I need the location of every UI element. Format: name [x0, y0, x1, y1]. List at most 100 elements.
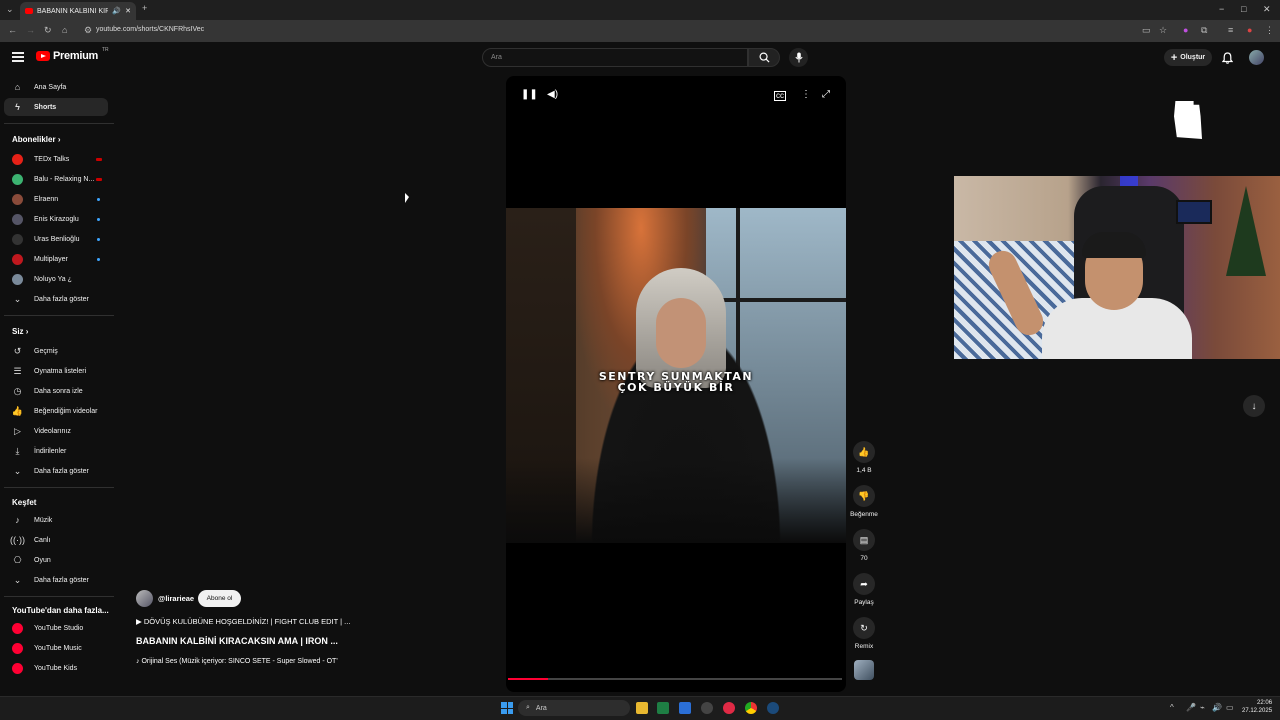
sidebar-item[interactable]: YouTube Music: [4, 639, 108, 657]
tray-volume-icon[interactable]: 🔊: [1212, 703, 1222, 712]
sidebar-item[interactable]: Uras Benlioğlu: [4, 230, 108, 248]
comments-button[interactable]: ▤ 70: [849, 529, 879, 562]
extension-icon[interactable]: ●: [1183, 25, 1188, 35]
sidebar-item[interactable]: ♪ Müzik: [4, 511, 108, 529]
menu-hamburger-icon[interactable]: [12, 52, 24, 62]
forward-icon[interactable]: →: [26, 25, 35, 35]
url-field[interactable]: youtube.com/shorts/CKNFRhsIVec: [96, 26, 204, 33]
tray-network-icon[interactable]: ⌁: [1200, 703, 1205, 712]
stream-overlay-icon: [1174, 101, 1202, 139]
steam-icon[interactable]: [767, 702, 779, 714]
captions-icon[interactable]: cc: [774, 91, 786, 101]
sidebar-item[interactable]: TEDx Talks: [4, 150, 108, 168]
account-avatar[interactable]: [1249, 50, 1264, 65]
word-icon[interactable]: [679, 702, 691, 714]
cast-icon[interactable]: ▭: [1142, 25, 1151, 36]
taskbar-search[interactable]: ⌕ Ara: [518, 700, 630, 716]
next-short-button[interactable]: ↓: [1243, 395, 1265, 417]
obs-icon[interactable]: [701, 702, 713, 714]
volume-icon[interactable]: ◀): [547, 89, 558, 100]
sidebar-item-label: Daha fazla göster: [34, 576, 89, 584]
tab-search-icon[interactable]: ⌄: [6, 4, 14, 15]
channel-avatar[interactable]: [136, 590, 153, 607]
sidebar-item[interactable]: ⤓ İndirilenler: [4, 442, 108, 460]
sidebar-item[interactable]: ▷ Videolarınız: [4, 422, 108, 440]
subscribe-button[interactable]: Abone ol: [198, 590, 241, 607]
chrome-icon[interactable]: [745, 702, 757, 714]
more-from-youtube-heading: YouTube'dan daha fazla...: [12, 606, 109, 615]
sidebar-item[interactable]: Enis Kirazoglu: [4, 210, 108, 228]
back-icon[interactable]: ←: [8, 25, 17, 35]
sound-thumbnail[interactable]: [854, 660, 874, 680]
sidebar-item[interactable]: ☰ Oynatma listeleri: [4, 362, 108, 380]
you-heading[interactable]: Siz ›: [12, 327, 28, 336]
tray-battery-icon[interactable]: ▭: [1226, 703, 1234, 712]
tray-mic-icon[interactable]: 🎤: [1186, 703, 1196, 712]
sidebar-item[interactable]: Multiplayer: [4, 250, 108, 268]
clock-icon: ◷: [13, 385, 22, 396]
reload-icon[interactable]: ↻: [44, 25, 52, 36]
site-info-icon[interactable]: ⚙: [84, 25, 92, 36]
browser-tab[interactable]: BABANIN KALBİNİ KIRACA... 🔊 ✕: [20, 2, 136, 20]
sidebar-item[interactable]: 👍 Beğendiğim videolar: [4, 402, 108, 420]
explore-show-more[interactable]: ⌄ Daha fazla göster: [4, 571, 108, 589]
sidebar-item-label: TEDx Talks: [34, 155, 70, 163]
like-button[interactable]: 👍 1,4 B: [849, 441, 879, 474]
maximize-button[interactable]: □: [1241, 4, 1246, 14]
caption-line: ÇOK BÜYÜK BİR: [617, 381, 735, 394]
share-button[interactable]: ➦ Paylaş: [849, 573, 879, 606]
new-tab-icon[interactable]: +: [142, 3, 147, 13]
sidebar-item[interactable]: Elraenn: [4, 190, 108, 208]
browser-menu-icon[interactable]: ⋮: [1265, 25, 1274, 36]
more-options-icon[interactable]: ⋮: [801, 89, 811, 100]
video-progress-bar[interactable]: [508, 678, 842, 680]
channel-avatar-icon: [12, 273, 23, 285]
file-explorer-icon[interactable]: [636, 702, 648, 714]
sidebar-item[interactable]: Balu - Relaxing N...: [4, 170, 108, 188]
excel-icon[interactable]: [657, 702, 669, 714]
divider: [4, 596, 114, 597]
subscriptions-show-more[interactable]: ⌄ Daha fazla göster: [4, 290, 108, 308]
playlist-link[interactable]: ▶ DÖVÜŞ KULÜBÜNE HOŞGELDİNİZ! | FIGHT CL…: [136, 617, 350, 626]
sidebar-item[interactable]: ((·)) Canlı: [4, 531, 108, 549]
you-show-more[interactable]: ⌄ Daha fazla göster: [4, 462, 108, 480]
extensions-puzzle-icon[interactable]: ⧉: [1201, 25, 1207, 36]
sidebar-item[interactable]: ↺ Geçmiş: [4, 342, 108, 360]
pause-icon[interactable]: ❚❚: [521, 89, 538, 100]
tab-search-list-icon[interactable]: ≡: [1228, 25, 1233, 35]
notifications-bell-icon[interactable]: [1221, 51, 1234, 69]
speaker-icon[interactable]: 🔊: [112, 7, 121, 15]
sidebar-item[interactable]: YouTube Studio: [4, 619, 108, 637]
home-browser-icon[interactable]: ⌂: [62, 25, 67, 35]
sidebar-item[interactable]: ⎔ Oyun: [4, 551, 108, 569]
close-window-button[interactable]: ✕: [1263, 4, 1271, 15]
share-icon: ➦: [853, 573, 875, 595]
download-icon: ⤓: [15, 445, 20, 456]
subscriptions-heading[interactable]: Abonelikler ›: [12, 135, 60, 144]
search-input[interactable]: Ara: [482, 48, 748, 67]
profile-icon[interactable]: ●: [1247, 25, 1252, 35]
dislike-button[interactable]: 👎 Beğenme: [849, 485, 879, 518]
channel-name[interactable]: @lirarieae: [158, 594, 194, 603]
app-red-icon[interactable]: [723, 702, 735, 714]
taskbar-search-label: Ara: [535, 704, 547, 712]
sidebar-item[interactable]: Noluyo Ya ¿: [4, 270, 108, 288]
sidebar-item-shorts[interactable]: ϟ Shorts: [4, 98, 108, 116]
remix-button[interactable]: ↻ Remix: [849, 617, 879, 650]
tab-close-icon[interactable]: ✕: [125, 7, 131, 15]
fullscreen-icon[interactable]: ⤢: [822, 89, 830, 100]
sound-link[interactable]: ♪ Orijinal Ses (Müzik içeriyor: SINCO SE…: [136, 658, 338, 665]
video-title[interactable]: BABANIN KALBİNİ KIRACAKSIN AMA | IRON ..…: [136, 636, 338, 646]
create-button[interactable]: + Oluştur: [1164, 49, 1212, 66]
bookmark-star-icon[interactable]: ☆: [1159, 25, 1167, 36]
windows-start-icon[interactable]: [501, 702, 513, 714]
taskbar-clock[interactable]: 22:06 27.12.2025: [1242, 699, 1272, 715]
tray-chevron-icon[interactable]: ^: [1170, 703, 1174, 712]
youtube-premium-logo[interactable]: Premium TR: [36, 47, 109, 62]
minimize-button[interactable]: −: [1219, 4, 1224, 14]
sidebar-item[interactable]: ◷ Daha sonra izle: [4, 382, 108, 400]
sidebar-item-home[interactable]: ⌂ Ana Sayfa: [4, 78, 108, 96]
voice-search-button[interactable]: [789, 48, 808, 67]
sidebar-item[interactable]: YouTube Kids: [4, 659, 108, 677]
search-button[interactable]: [748, 48, 780, 67]
